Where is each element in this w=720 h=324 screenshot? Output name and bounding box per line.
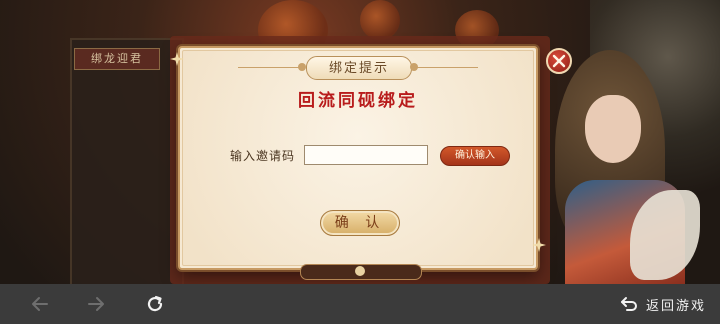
invite-code-label: 输入邀请码: [230, 149, 296, 163]
dialog-clasp: [300, 264, 422, 280]
browser-nav-bar: 返回游戏: [0, 284, 720, 324]
back-button[interactable]: [30, 294, 50, 314]
title-ornament-left: [298, 63, 306, 71]
confirm-button[interactable]: 确 认: [320, 210, 400, 236]
dialog-title: 绑定提示: [328, 61, 389, 76]
reload-icon: [147, 295, 163, 312]
close-icon: [552, 54, 566, 68]
return-to-game-button[interactable]: 返回游戏: [620, 294, 706, 314]
lantern-decoration: [360, 0, 400, 40]
dialog-title-ribbon: 绑定提示: [306, 56, 412, 80]
clasp-gem: [355, 266, 365, 276]
title-divider-left: [238, 67, 302, 68]
return-to-game-label: 返回游戏: [646, 298, 707, 314]
reload-button[interactable]: [145, 294, 165, 314]
character-illustration: [545, 40, 700, 284]
close-button[interactable]: [546, 48, 572, 74]
dialog-heading: 回流同砚绑定: [298, 91, 418, 111]
bookcase-panel: [70, 38, 184, 284]
title-divider-right: [414, 67, 478, 68]
arrow-right-icon: [88, 297, 104, 311]
sparkle-icon: [532, 238, 546, 252]
arrow-left-icon: [32, 297, 48, 311]
confirm-input-button[interactable]: 确认输入: [440, 146, 510, 166]
forward-button[interactable]: [86, 294, 106, 314]
binding-dialog: 绑定提示 回流同砚绑定 输入邀请码 确认输入 确 认: [170, 46, 546, 270]
bookcase-tag: 绑龙迎君: [74, 48, 160, 70]
invite-code-input[interactable]: [304, 145, 428, 165]
return-arrow-icon: [621, 297, 637, 311]
sparkle-icon: [170, 52, 184, 66]
character-face: [585, 95, 641, 163]
